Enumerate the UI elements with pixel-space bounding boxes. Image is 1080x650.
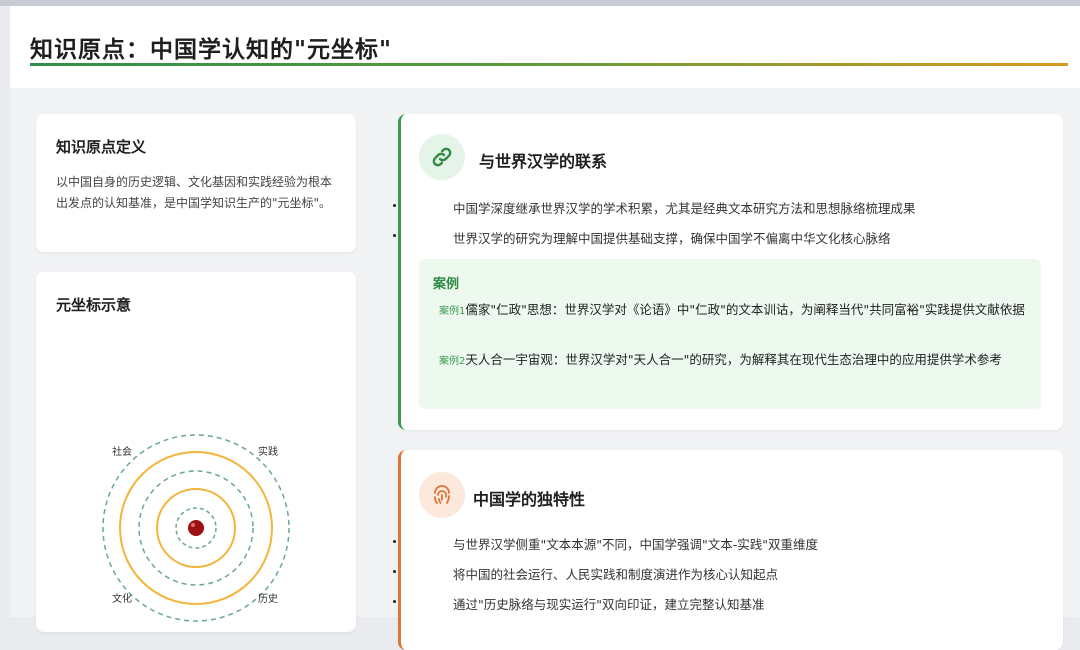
world-sinology-title: 与世界汉学的联系 xyxy=(479,152,608,171)
title-underline xyxy=(30,63,1068,66)
page-header: 知识原点：中国学认知的"元坐标" xyxy=(10,6,1080,88)
origin-point xyxy=(188,520,204,536)
origin-highlight xyxy=(191,523,195,527)
list-item: 通过"历史脉络与现实运行"双向印证，建立完整认知基准 xyxy=(393,594,765,613)
definition-card: 知识原点定义 以中国自身的历史逻辑、文化基因和实践经验为根本出发点的认知基准，是… xyxy=(36,114,356,252)
list-item: 中国学深度继承世界汉学的学术积累，尤其是经典文本研究方法和思想脉络梳理成果 xyxy=(393,198,916,217)
case-tag: 案例2 xyxy=(439,356,466,367)
case-item: 案例2天人合一宇宙观：世界汉学对"天人合一"的研究，为解释其在现代生态治理中的应… xyxy=(439,352,1002,367)
list-item: 将中国的社会运行、人民实践和制度演进作为核心认知起点 xyxy=(393,564,778,583)
coordinate-diagram: 社会 实践 文化 历史 xyxy=(102,434,290,622)
link-icon xyxy=(432,147,452,167)
uniqueness-title: 中国学的独特性 xyxy=(473,490,586,509)
label-society: 社会 xyxy=(112,445,132,458)
label-culture: 文化 xyxy=(112,592,132,605)
uniqueness-card: 中国学的独特性 与世界汉学侧重"文本本源"不同，中国学强调"文本-实践"双重维度… xyxy=(393,450,1063,650)
label-history: 历史 xyxy=(258,593,278,605)
page-title: 知识原点：中国学认知的"元坐标" xyxy=(30,37,392,63)
case-box: 案例 案例1儒家"仁政"思想：世界汉学对《论语》中"仁政"的文本训诂，为阐释当代… xyxy=(419,259,1041,409)
definition-text: 以中国自身的历史逻辑、文化基因和实践经验为根本出发点的认知基准，是中国学知识生产… xyxy=(56,175,333,210)
fingerprint-icon-badge xyxy=(419,472,465,518)
list-item: 世界汉学的研究为理解中国提供基础支撑，确保中国学不偏离中华文化核心脉络 xyxy=(393,228,891,247)
bullet-dot xyxy=(393,204,396,207)
case-tag: 案例1 xyxy=(439,306,466,317)
bullet-dot xyxy=(393,570,396,573)
coordinate-card: 元坐标示意 社会 实践 文化 历史 xyxy=(36,272,356,632)
list-item: 与世界汉学侧重"文本本源"不同，中国学强调"文本-实践"双重维度 xyxy=(393,534,818,553)
case-heading: 案例 xyxy=(433,277,460,292)
world-sinology-card: 与世界汉学的联系 中国学深度继承世界汉学的学术积累，尤其是经典文本研究方法和思想… xyxy=(393,114,1063,430)
label-practice: 实践 xyxy=(258,445,278,458)
bullet-dot xyxy=(393,234,396,237)
case-item: 案例1儒家"仁政"思想：世界汉学对《论语》中"仁政"的文本训诂，为阐释当代"共同… xyxy=(439,302,1025,317)
link-icon-badge xyxy=(419,134,465,180)
bullet-dot xyxy=(393,540,396,543)
bullet-dot xyxy=(393,600,396,603)
main-content: 知识原点定义 以中国自身的历史逻辑、文化基因和实践经验为根本出发点的认知基准，是… xyxy=(10,88,1080,650)
fingerprint-icon xyxy=(434,485,450,504)
definition-heading: 知识原点定义 xyxy=(56,138,147,156)
